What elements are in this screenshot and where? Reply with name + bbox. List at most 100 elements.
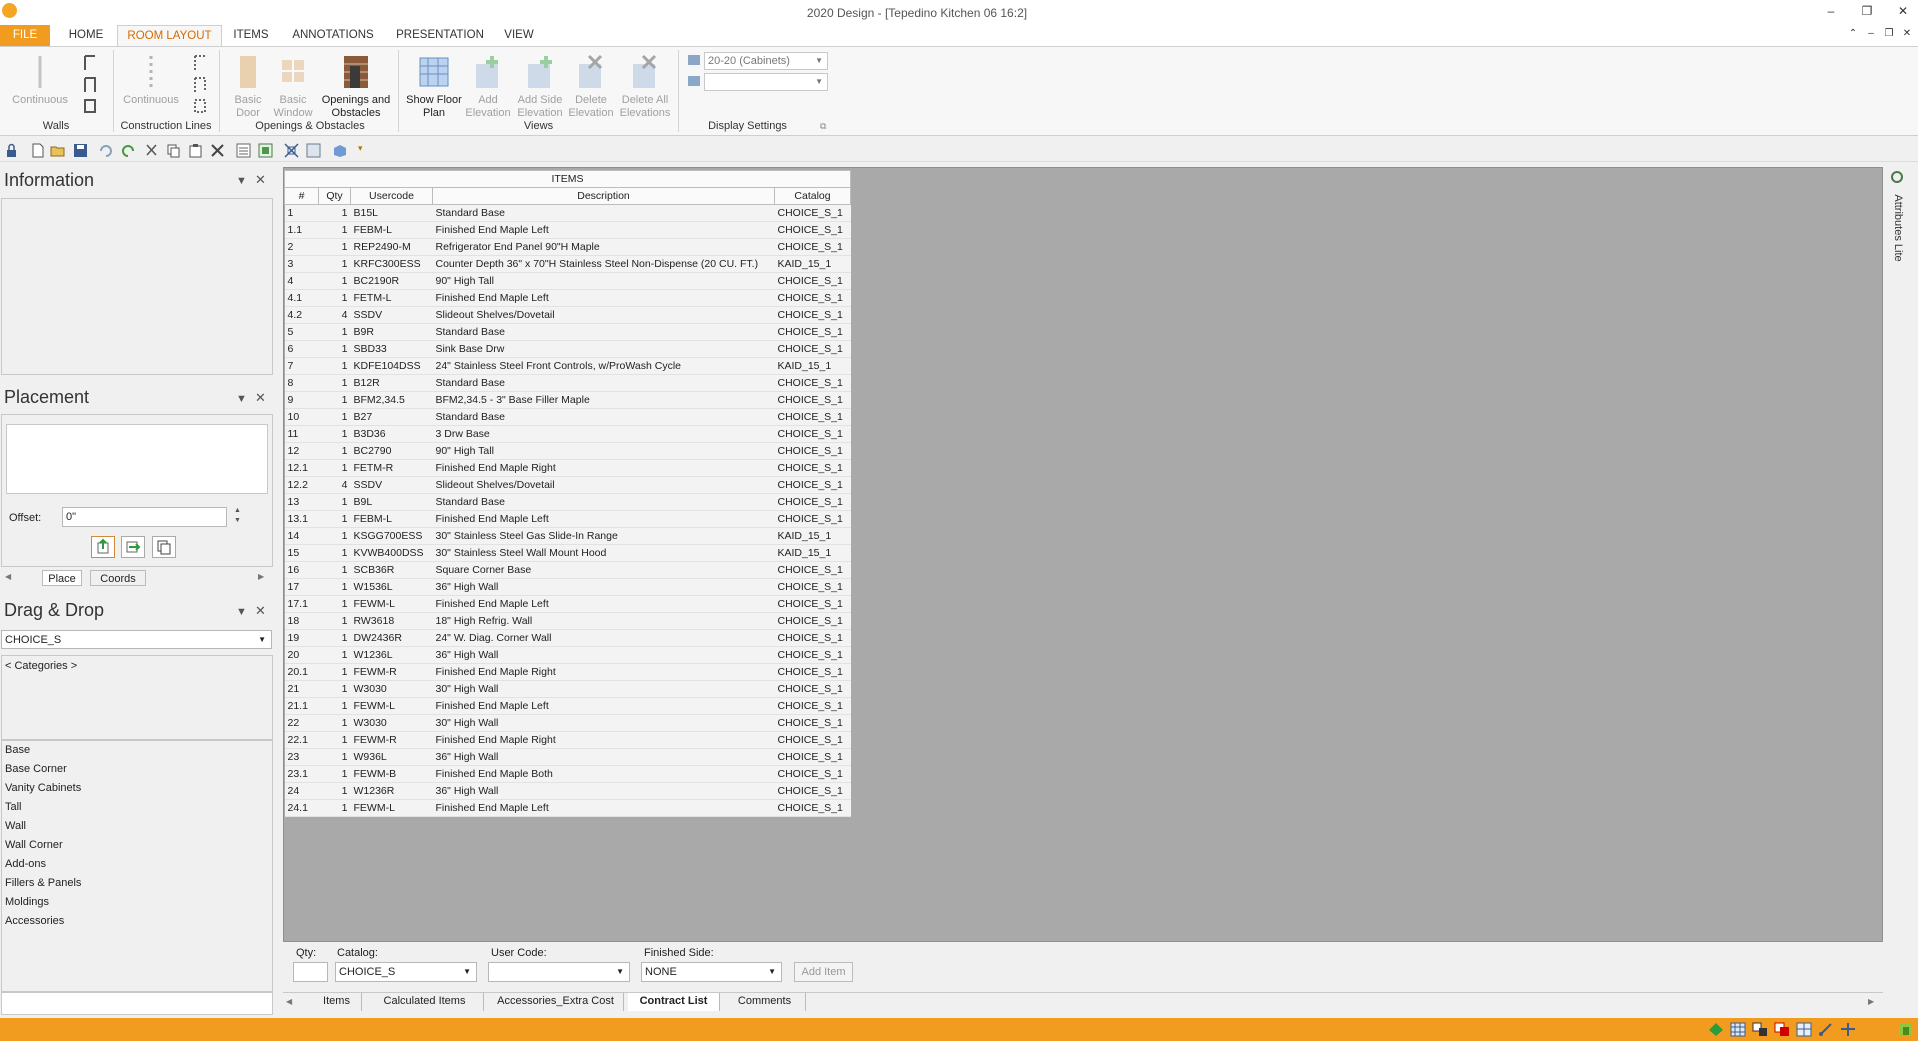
tab-home[interactable]: HOME — [60, 25, 112, 46]
table-row[interactable]: 6 1 SBD33 Sink Base Drw CHOICE_S_1 — [284, 340, 851, 358]
table-row[interactable]: 18 1 RW3618 18" High Refrig. Wall CHOICE_S_1 — [284, 612, 851, 630]
table-row[interactable]: 16 1 SCB36R Square Corner Base CHOICE_S_1 — [284, 561, 851, 579]
close-icon[interactable]: ✕ — [255, 390, 266, 406]
table-row[interactable]: 17 1 W1536L 36" High Wall CHOICE_S_1 — [284, 578, 851, 596]
table-row[interactable]: 12.1 1 FETM-R Finished End Maple Right CHOIC… — [284, 459, 851, 477]
display-settings-combo[interactable]: 20-20 (Cabinets) ▼ — [704, 52, 828, 70]
table-row[interactable]: 19 1 DW2436R 24" W. Diag. Corner Wall CHOICE… — [284, 629, 851, 647]
chevron-left-icon[interactable]: ◀ — [286, 997, 292, 1006]
place-up-button[interactable] — [91, 536, 115, 558]
chevron-down-icon[interactable]: ▼ — [236, 393, 247, 405]
table-row[interactable]: 23 1 W936L 36" High Wall CHOICE_S_1 — [284, 748, 851, 766]
dragdrop-search-input[interactable] — [1, 992, 273, 1015]
table-row[interactable]: 13.1 1 FEBM-L Finished End Maple Left CHOICE… — [284, 510, 851, 528]
column-header-usercode[interactable]: Usercode — [350, 187, 433, 205]
table-row[interactable]: 22 1 W3030 30" High Wall CHOICE_S_1 — [284, 714, 851, 732]
column-header-number[interactable]: # — [284, 187, 319, 205]
delete-elevation-button[interactable]: Delete Elevation — [563, 54, 619, 120]
tab-annotations[interactable]: ANNOTATIONS — [284, 25, 382, 46]
tab-accessories-extra-cost[interactable]: Accessories_Extra Cost — [488, 993, 624, 1011]
zoom-extents-icon[interactable] — [284, 143, 299, 158]
measure-icon[interactable] — [1818, 1022, 1834, 1037]
tab-view[interactable]: VIEW — [497, 25, 541, 46]
category-item[interactable]: Fillers & Panels — [5, 877, 81, 889]
chevron-down-icon[interactable]: ▼ — [236, 606, 247, 618]
user-code-dropdown[interactable]: ▼ — [488, 962, 630, 982]
snap-icon[interactable] — [1708, 1022, 1724, 1037]
delete-all-elevations-button[interactable]: Delete All Elevations — [616, 54, 674, 120]
tab-room-layout[interactable]: ROOM LAYOUT — [117, 25, 222, 46]
table-row[interactable]: 12 1 BC2790 90" High Tall CHOICE_S_1 — [284, 442, 851, 460]
table-row[interactable]: 23.1 1 FEWM-B Finished End Maple Both CHOICE… — [284, 765, 851, 783]
customize-toolbar-icon[interactable]: ▾ — [358, 143, 363, 154]
table-row[interactable]: 4 1 BC2190R 90" High Tall CHOICE_S_1 — [284, 272, 851, 290]
category-item[interactable]: Vanity Cabinets — [5, 782, 81, 794]
qty-input[interactable] — [293, 962, 328, 982]
table-row[interactable]: 21 1 W3030 30" High Wall CHOICE_S_1 — [284, 680, 851, 698]
chevron-left-icon[interactable]: ◀ — [5, 572, 11, 581]
table-row[interactable]: 4.1 1 FETM-L Finished End Maple Left CHOICE_… — [284, 289, 851, 307]
close-button[interactable]: ✕ — [1892, 4, 1914, 20]
table-row[interactable]: 21.1 1 FEWM-L Finished End Maple Left CHOICE… — [284, 697, 851, 715]
table-row[interactable]: 11 1 B3D36 3 Drw Base CHOICE_S_1 — [284, 425, 851, 443]
3d-view-icon[interactable] — [332, 143, 347, 158]
restore-button[interactable]: ❐ — [1856, 4, 1878, 20]
column-header-qty[interactable]: Qty — [318, 187, 351, 205]
table-row[interactable]: 20 1 W1236L 36" High Wall CHOICE_S_1 — [284, 646, 851, 664]
tab-calculated-items[interactable]: Calculated Items — [366, 993, 484, 1011]
category-item[interactable]: Tall — [5, 801, 22, 813]
secondary-display-combo[interactable]: ▼ — [704, 73, 828, 91]
category-item[interactable]: Moldings — [5, 896, 49, 908]
dialog-launcher-icon[interactable]: ⧉ — [820, 121, 826, 132]
chevron-right-icon[interactable]: ▶ — [258, 572, 264, 581]
table-row[interactable]: 5 1 B9R Standard Base CHOICE_S_1 — [284, 323, 851, 341]
close-icon[interactable]: ✕ — [255, 603, 266, 619]
open-folder-icon[interactable] — [50, 143, 65, 158]
dimension-icon[interactable] — [1796, 1022, 1812, 1037]
minimize-button[interactable]: – — [1820, 4, 1842, 20]
offset-input[interactable]: 0" — [62, 507, 227, 527]
paste-icon[interactable] — [188, 143, 203, 158]
items-grid[interactable]: ITEMS # Qty Usercode Description Catalog… — [284, 170, 854, 817]
tab-items[interactable]: ITEMS — [226, 25, 276, 46]
redo-icon[interactable] — [121, 143, 136, 158]
tab-presentation[interactable]: PRESENTATION — [392, 25, 488, 46]
tab-contract-list[interactable]: Contract List — [628, 993, 720, 1011]
grid-view-icon[interactable] — [258, 143, 273, 158]
category-item[interactable]: Add-ons — [5, 858, 46, 870]
notification-icon[interactable] — [1898, 1022, 1914, 1037]
add-item-button[interactable]: Add Item — [794, 962, 853, 982]
tab-file[interactable]: FILE — [0, 25, 50, 46]
lock-icon[interactable] — [4, 143, 19, 158]
cut-icon[interactable] — [144, 143, 159, 158]
table-row[interactable]: 10 1 B27 Standard Base CHOICE_S_1 — [284, 408, 851, 426]
copy-icon[interactable] — [166, 143, 181, 158]
category-item[interactable]: Base — [5, 744, 30, 756]
table-row[interactable]: 8 1 B12R Standard Base CHOICE_S_1 — [284, 374, 851, 392]
grid-icon[interactable] — [1730, 1022, 1746, 1037]
catalog-dropdown[interactable]: CHOICE_S ▼ — [335, 962, 477, 982]
category-item[interactable]: Wall Corner — [5, 839, 63, 851]
add-elevation-button[interactable]: Add Elevation — [460, 54, 516, 120]
category-item[interactable]: Accessories — [5, 915, 64, 927]
pan-icon[interactable] — [1840, 1022, 1856, 1037]
table-row[interactable]: 14 1 KSGG700ESS 30" Stainless Steel Gas Sli… — [284, 527, 851, 545]
duplicate-button[interactable] — [152, 536, 176, 558]
table-row[interactable]: 24.1 1 FEWM-L Finished End Maple Left CHOICE… — [284, 799, 851, 817]
table-row[interactable]: 17.1 1 FEWM-L Finished End Maple Left CHOICE… — [284, 595, 851, 613]
list-view-icon[interactable] — [236, 143, 251, 158]
chevron-down-icon[interactable]: ▼ — [236, 175, 247, 187]
table-row[interactable]: 24 1 W1236R 36" High Wall CHOICE_S_1 — [284, 782, 851, 800]
categories-breadcrumb[interactable]: < Categories > — [5, 660, 77, 672]
undo-icon[interactable] — [98, 143, 113, 158]
attributes-lite-tab[interactable]: Attributes Lite — [1888, 170, 1908, 280]
overlap-icon[interactable] — [1774, 1022, 1790, 1037]
category-item[interactable]: Base Corner — [5, 763, 67, 775]
tab-place[interactable]: Place — [42, 570, 82, 586]
finished-side-dropdown[interactable]: NONE ▼ — [641, 962, 782, 982]
ortho-icon[interactable] — [1752, 1022, 1768, 1037]
table-row[interactable]: 15 1 KVWB400DSS 30" Stainless Steel Wall Mo… — [284, 544, 851, 562]
tab-coords[interactable]: Coords — [90, 570, 146, 586]
zoom-window-icon[interactable] — [306, 143, 321, 158]
doc-close-button[interactable]: ✕ — [1896, 28, 1918, 44]
